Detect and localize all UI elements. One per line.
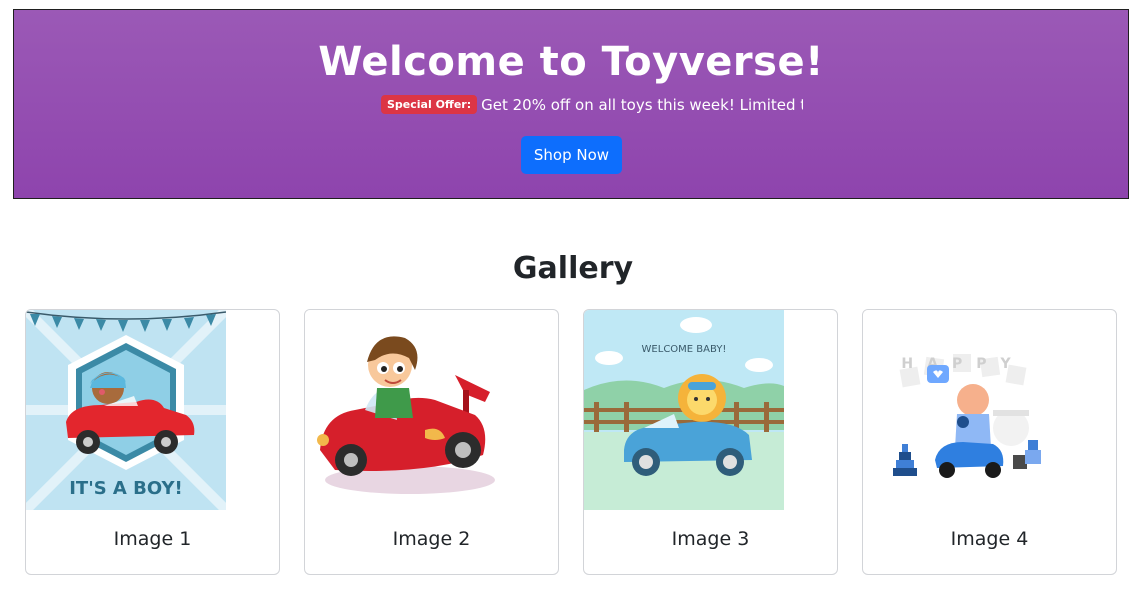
baby-toy-car-happy-birthday-illustration-icon[interactable]: HAPPY bbox=[863, 310, 1063, 510]
gallery-card-caption: Image 2 bbox=[392, 528, 471, 550]
hero-title: Welcome to Toyverse! bbox=[318, 39, 824, 85]
baby-boy-car-illustration-icon[interactable]: IT'S A BOY! bbox=[26, 310, 226, 510]
gallery-card-1[interactable]: IT'S A BOY! Image 1 bbox=[25, 309, 280, 575]
offer-text: Get 20% off on all toys this week! Limit… bbox=[481, 95, 803, 114]
gallery-card-2[interactable]: Image 2 bbox=[304, 309, 559, 575]
its-a-boy-text: IT'S A BOY! bbox=[69, 478, 183, 499]
gallery-title: Gallery bbox=[512, 251, 634, 286]
boy-red-race-car-illustration-icon[interactable] bbox=[305, 310, 505, 510]
welcome-baby-text: WELCOME BABY! bbox=[642, 344, 727, 355]
offer-marquee: Special Offer: Get 20% off on all toys th… bbox=[381, 94, 803, 116]
gallery-card-3[interactable]: WELCOME BABY! Image 3 bbox=[583, 309, 838, 575]
special-offer-badge: Special Offer: bbox=[381, 95, 478, 114]
shop-now-button[interactable]: Shop Now bbox=[521, 136, 622, 174]
gallery-card-caption: Image 4 bbox=[950, 528, 1029, 550]
lion-blue-car-illustration-icon[interactable]: WELCOME BABY! bbox=[584, 310, 784, 510]
gallery-card-caption: Image 1 bbox=[113, 528, 192, 550]
gallery-card-4[interactable]: HAPPY Image 4 bbox=[862, 309, 1117, 575]
gallery-card-caption: Image 3 bbox=[671, 528, 750, 550]
hero-banner: Welcome to Toyverse! Special Offer: Get 2… bbox=[13, 9, 1129, 199]
happy-text: HAPPY bbox=[901, 356, 1024, 372]
